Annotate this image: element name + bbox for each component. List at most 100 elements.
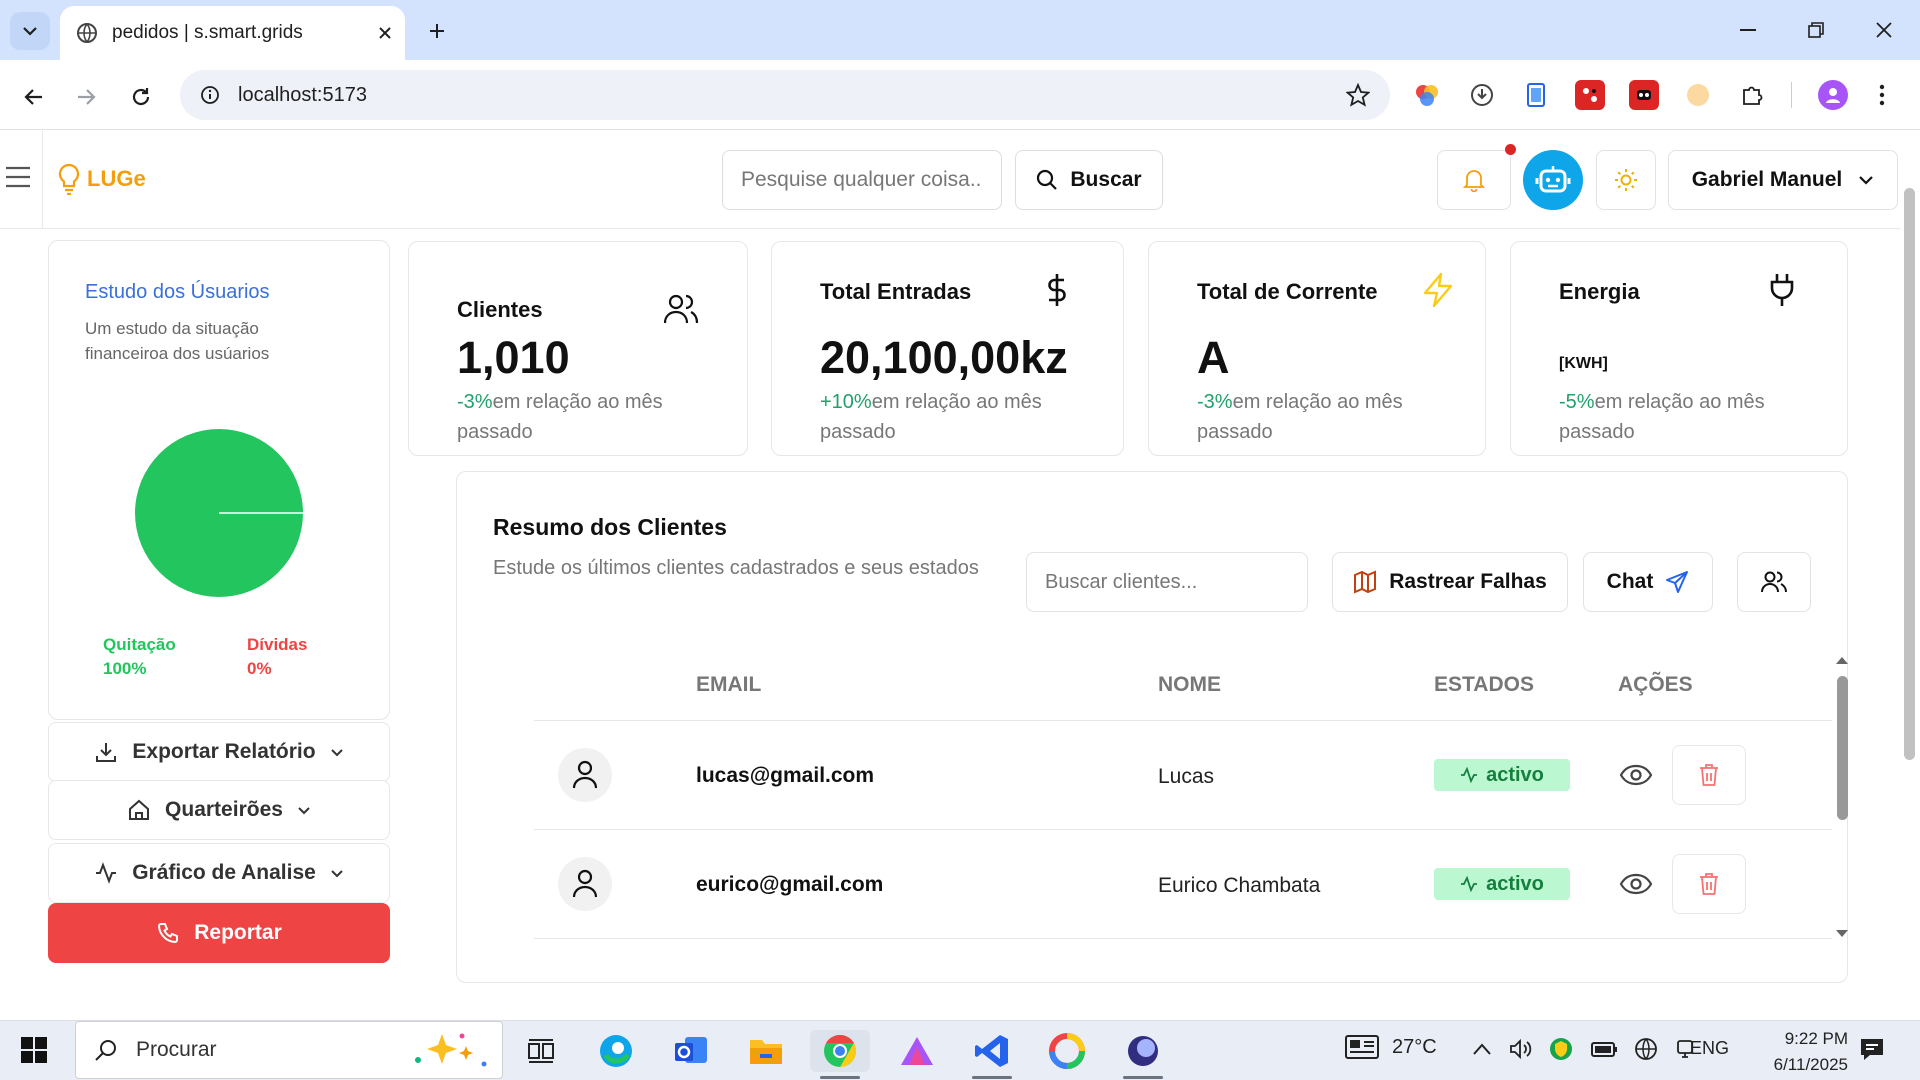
assistant-bot-button[interactable] [1523, 150, 1583, 210]
url-text: localhost:5173 [238, 83, 367, 106]
brand-logo[interactable]: LUGe [57, 163, 146, 195]
battery-icon[interactable] [1590, 1039, 1618, 1059]
task-view-icon[interactable] [520, 1030, 562, 1072]
arrow-left-icon [24, 89, 42, 105]
legend-paid-label: Quitação [103, 635, 176, 654]
notification-center-icon[interactable] [1858, 1036, 1886, 1064]
download-icon [96, 743, 117, 762]
edge-browser-icon[interactable] [595, 1030, 637, 1072]
stat-card-clients: Clientes 1,010 -3%em relação ao mês pass… [408, 241, 748, 456]
browser-tab[interactable]: pedidos | s.smart.grids [60, 6, 405, 60]
vscode-active-indicator [972, 1076, 1012, 1079]
user-menu-button[interactable]: Gabriel Manuel [1668, 150, 1898, 210]
blocks-button[interactable]: Quarteirões [48, 780, 390, 840]
stat-value: 20,100,00kz [820, 332, 1068, 383]
chevron-down-icon [23, 27, 37, 36]
user-icon [572, 760, 598, 789]
close-window-button[interactable] [1854, 8, 1914, 52]
stat-value: A [1197, 332, 1230, 383]
table-divider [534, 938, 1832, 939]
delete-client-button[interactable] [1672, 854, 1746, 914]
activity-icon [1461, 767, 1478, 783]
table-scroll-thumb[interactable] [1837, 676, 1848, 820]
client-email: lucas@gmail.com [696, 764, 875, 787]
client-email: eurico@gmail.com [696, 873, 884, 896]
bookmark-star-icon[interactable] [1346, 83, 1370, 107]
color-app-icon[interactable] [1046, 1030, 1088, 1072]
view-client-button[interactable] [1618, 866, 1654, 902]
delete-client-button[interactable] [1672, 745, 1746, 805]
arrow-right-icon [78, 89, 96, 105]
new-tab-button[interactable] [418, 14, 456, 48]
windows-start-icon[interactable] [20, 1036, 48, 1064]
input-language[interactable]: ENG [1690, 1038, 1729, 1059]
chevron-up-icon[interactable] [1472, 1042, 1492, 1056]
tab-list-button[interactable] [10, 12, 50, 50]
client-name: Eurico Chambata [1158, 874, 1321, 897]
global-search-input[interactable] [722, 150, 1002, 210]
close-tab-icon[interactable] [377, 25, 393, 41]
column-header-actions: AÇÕES [1618, 673, 1693, 696]
lightning-icon [1423, 272, 1453, 308]
weather-widget[interactable]: 27°C [1344, 1034, 1437, 1060]
view-client-button[interactable] [1618, 757, 1654, 793]
reload-button[interactable] [121, 77, 161, 117]
extensions-puzzle-icon[interactable] [1737, 80, 1767, 110]
speaker-icon[interactable] [1508, 1037, 1532, 1061]
analysis-chart-button[interactable]: Gráfico de Analise [48, 843, 390, 903]
page-scroll-thumb[interactable] [1904, 188, 1915, 760]
info-icon[interactable] [200, 85, 220, 105]
client-search-input[interactable] [1026, 552, 1308, 612]
notifications-button[interactable] [1437, 150, 1511, 210]
legend-paid: Quitação 100% [103, 633, 176, 681]
column-header-status: ESTADOS [1434, 673, 1534, 696]
close-icon [1876, 22, 1892, 38]
red-extension-icon[interactable] [1575, 80, 1605, 110]
report-button[interactable]: Reportar [48, 903, 390, 963]
search-button[interactable]: Buscar [1015, 150, 1163, 210]
search-icon [1037, 169, 1058, 190]
export-report-button[interactable]: Exportar Relatório [48, 722, 390, 782]
table-scroll-down-icon[interactable] [1834, 928, 1850, 940]
taskbar-search-box[interactable]: Procurar [75, 1021, 503, 1079]
back-button[interactable] [14, 77, 54, 117]
client-avatar [558, 748, 612, 802]
security-shield-icon[interactable] [1548, 1036, 1574, 1062]
restore-button[interactable] [1786, 8, 1846, 52]
download-extension-icon[interactable] [1467, 80, 1497, 110]
phone-icon [158, 923, 179, 944]
affinity-icon[interactable] [896, 1030, 938, 1072]
table-scroll-up-icon[interactable] [1834, 654, 1850, 666]
stat-unit: [KWH] [1559, 355, 1608, 372]
add-client-button[interactable] [1737, 552, 1811, 612]
theme-toggle-button[interactable] [1596, 150, 1656, 210]
outlook-icon[interactable] [670, 1030, 712, 1072]
taskbar-search-placeholder: Procurar [136, 1038, 217, 1061]
chevron-down-icon [330, 748, 343, 756]
stat-label: Clientes [457, 297, 543, 322]
chrome-icon[interactable] [810, 1030, 870, 1072]
track-faults-button[interactable]: Rastrear Falhas [1332, 552, 1568, 612]
stat-change-percent: +10% [820, 391, 872, 413]
menu-toggle-button[interactable] [4, 164, 32, 190]
chat-button[interactable]: Chat [1583, 552, 1713, 612]
record-extension-icon[interactable] [1629, 80, 1659, 110]
forward-button[interactable] [66, 77, 106, 117]
file-explorer-icon[interactable] [745, 1030, 787, 1072]
system-clock[interactable]: 9:22 PM 6/11/2025 [1748, 1026, 1848, 1078]
address-bar[interactable]: localhost:5173 [180, 70, 1390, 120]
network-globe-icon[interactable] [1634, 1037, 1658, 1061]
weather-icon [1345, 1035, 1379, 1059]
clients-subtitle: Estude os últimos clientes cadastrados e… [493, 557, 979, 579]
vscode-icon[interactable] [971, 1030, 1013, 1072]
cookie-extension-icon[interactable] [1683, 80, 1713, 110]
moon-app-icon[interactable] [1122, 1030, 1164, 1072]
map-icon [1354, 570, 1377, 594]
document-extension-icon[interactable] [1521, 80, 1551, 110]
profile-avatar[interactable] [1818, 80, 1848, 110]
browser-menu-button[interactable] [1872, 80, 1892, 110]
extension-color-icon[interactable] [1412, 80, 1442, 110]
analysis-chart-label: Gráfico de Analise [132, 861, 316, 884]
reload-icon [132, 88, 150, 106]
minimize-button[interactable] [1718, 8, 1778, 52]
